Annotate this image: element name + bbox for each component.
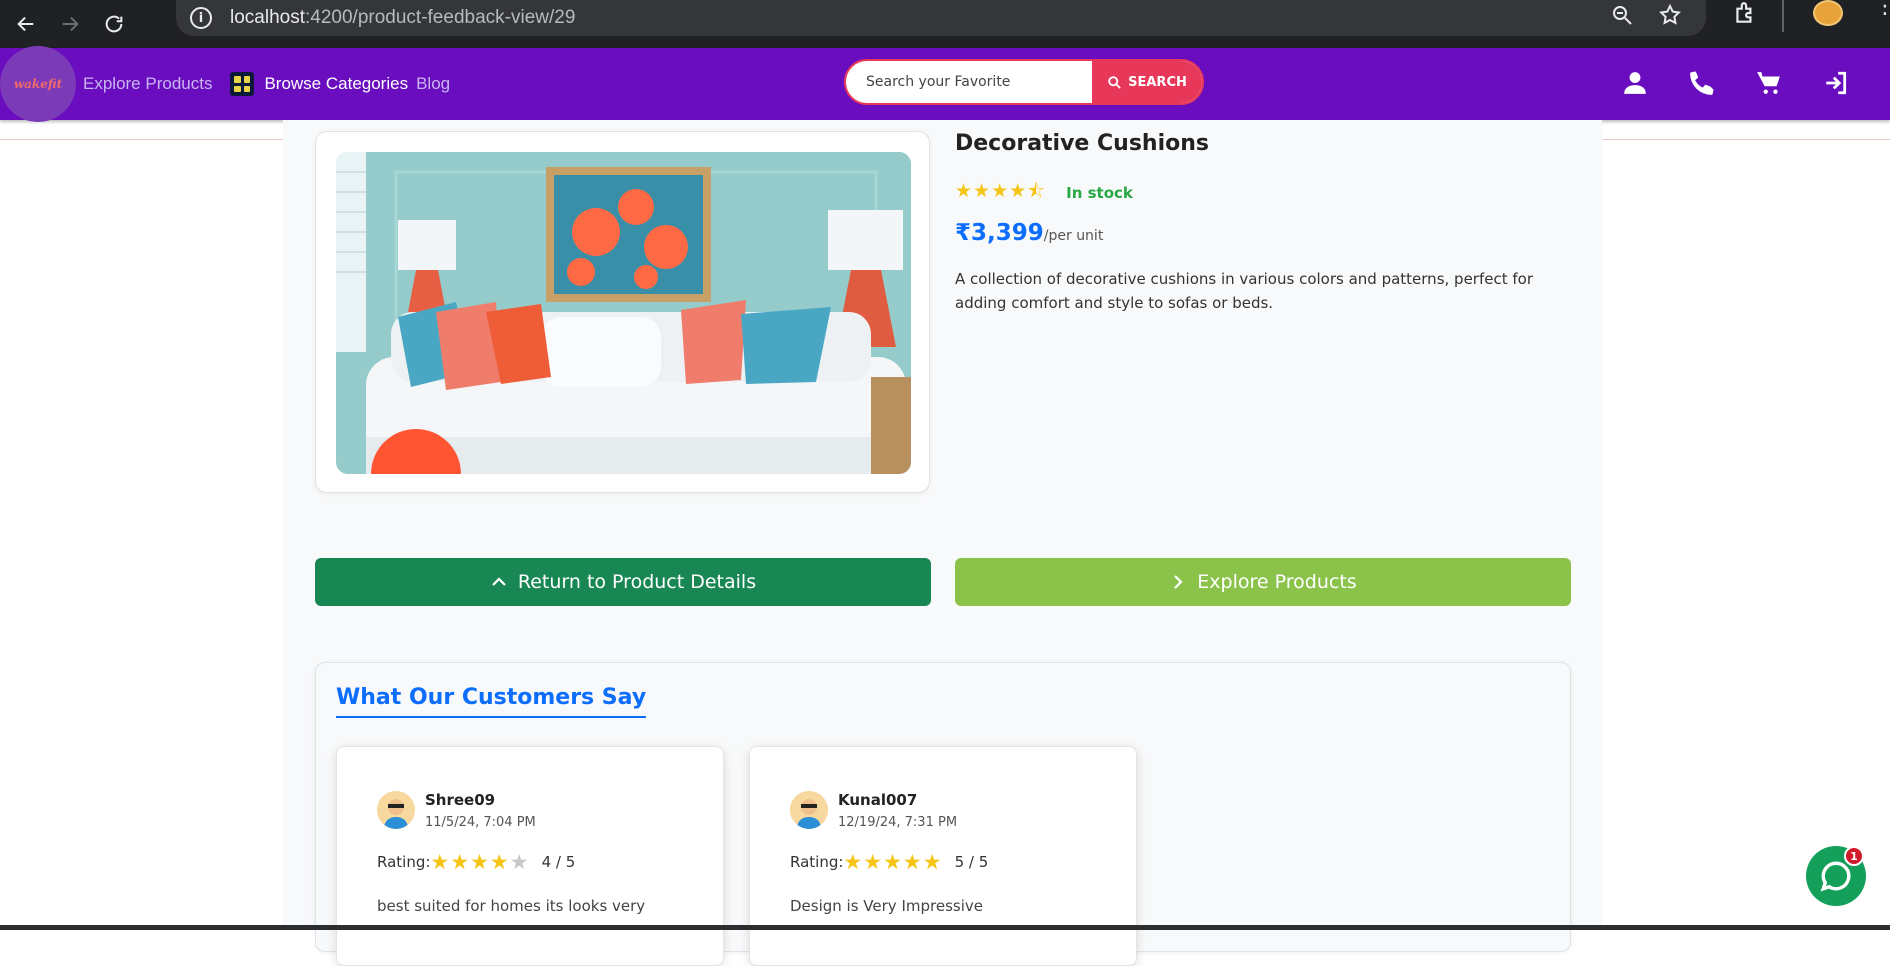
site-navbar: wakefit Explore Products Browse Categori… [0, 46, 1890, 122]
cart-icon[interactable] [1754, 68, 1784, 98]
search-button-label: SEARCH [1128, 74, 1187, 90]
url-path: :4200/product-feedback-view/29 [305, 7, 576, 28]
user-avatar [377, 791, 415, 829]
phone-icon[interactable] [1687, 68, 1717, 98]
explore-products-button[interactable]: Explore Products [955, 558, 1571, 606]
url-text[interactable]: localhost:4200/product-feedback-view/29 [230, 7, 575, 29]
rating-stars-icon: ★★★★⯪ [955, 180, 1047, 202]
browser-toolbar: i localhost:4200/product-feedback-view/2… [0, 0, 1890, 48]
url-host: localhost [230, 7, 305, 28]
return-to-details-button[interactable]: Return to Product Details [315, 558, 931, 606]
review-card: Shree09 11/5/24, 7:04 PM Rating: ★★★★★ 4… [336, 746, 724, 966]
review-score: 4 / 5 [541, 853, 576, 871]
product-title: Decorative Cushions [955, 131, 1209, 156]
return-button-label: Return to Product Details [517, 571, 757, 593]
nav-blog[interactable]: Blog [416, 74, 450, 94]
customer-reviews-section: What Our Customers Say Shree09 11/5/24, … [315, 662, 1571, 966]
bookmark-star-icon[interactable] [1658, 3, 1682, 31]
login-icon[interactable] [1821, 68, 1851, 98]
site-info-icon[interactable]: i [190, 7, 212, 29]
site-logo[interactable]: wakefit [0, 46, 76, 122]
extensions-icon[interactable] [1732, 0, 1758, 30]
grid-icon [230, 72, 255, 96]
chevron-right-icon [1174, 575, 1183, 589]
menu-icon[interactable]: ⋮ [1874, 0, 1890, 18]
profile-avatar[interactable] [1813, 0, 1843, 26]
chat-notification-badge: 1 [1844, 846, 1864, 866]
reviews-heading: What Our Customers Say [336, 685, 647, 718]
back-icon[interactable] [12, 10, 40, 38]
user-icon[interactable] [1620, 68, 1650, 98]
review-date: 12/19/24, 7:31 PM [838, 815, 958, 830]
review-rating-row: Rating: ★★★★★ 4 / 5 [377, 850, 575, 874]
review-score: 5 / 5 [954, 853, 989, 871]
chevron-up-icon [492, 577, 506, 586]
stock-status: In stock [1066, 184, 1133, 202]
product-description: A collection of decorative cushions in v… [955, 270, 1533, 312]
product-rating-row: ★★★★⯪ In stock [955, 177, 1133, 209]
taskbar-edge [0, 925, 1890, 930]
review-date: 11/5/24, 7:04 PM [425, 815, 536, 830]
review-text: Design is Very Impressive [790, 897, 983, 915]
reload-icon[interactable] [100, 10, 128, 38]
product-image-card [315, 131, 930, 493]
search-button[interactable]: SEARCH [1092, 61, 1202, 103]
price-unit: /per unit [1043, 228, 1104, 244]
nav-explore-products[interactable]: Explore Products [83, 74, 212, 94]
explore-button-label: Explore Products [1197, 571, 1357, 593]
toolbar-divider [1782, 0, 1784, 32]
search-input[interactable] [846, 61, 1096, 103]
rating-label: Rating: [377, 853, 431, 871]
product-price: ₹3,399/per unit [955, 220, 1103, 246]
rating-stars-icon: ★★★★★ [430, 850, 530, 874]
review-username: Shree09 [425, 791, 496, 809]
rating-label: Rating: [790, 853, 844, 871]
rating-stars-icon: ★★★★★ [843, 850, 943, 874]
product-image [336, 152, 911, 474]
zoom-icon[interactable] [1610, 3, 1634, 31]
forward-icon[interactable] [56, 10, 84, 38]
price-amount: ₹3,399 [955, 220, 1044, 246]
review-username: Kunal007 [838, 791, 918, 809]
search-bar: SEARCH [844, 59, 1204, 105]
review-text: best suited for homes its looks very [377, 897, 646, 915]
address-bar[interactable]: i localhost:4200/product-feedback-view/2… [176, 0, 1706, 36]
review-rating-row: Rating: ★★★★★ 5 / 5 [790, 850, 988, 874]
search-icon [1108, 75, 1121, 89]
nav-browse-categories[interactable]: Browse Categories [264, 74, 408, 94]
review-card: Kunal007 12/19/24, 7:31 PM Rating: ★★★★★… [749, 746, 1137, 966]
user-avatar [790, 791, 828, 829]
logo-text: wakefit [13, 77, 63, 91]
